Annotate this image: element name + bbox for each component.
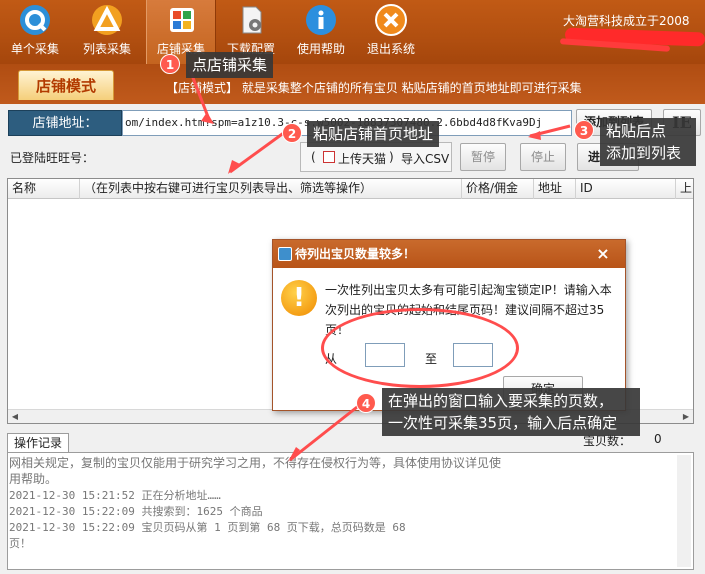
arrow-step2 [229,130,286,174]
step-2-badge: 2 [282,123,302,143]
step-3-callout: 粘贴后点 添加到列表 [600,118,696,166]
arrow-step4 [289,398,367,462]
step-3-badge: 3 [574,120,594,140]
step-1-callout: 点店铺采集 [186,52,274,78]
step-4-callout: 在弹出的窗口输入要采集的页数， 一次性可采集35页，输入后点确定 [382,388,640,436]
step-4-badge: 4 [356,393,376,413]
step-2-callout: 粘贴店铺首页地址 [307,121,440,147]
tutorial-arrows [188,69,571,462]
step-1-badge: 1 [160,54,180,74]
